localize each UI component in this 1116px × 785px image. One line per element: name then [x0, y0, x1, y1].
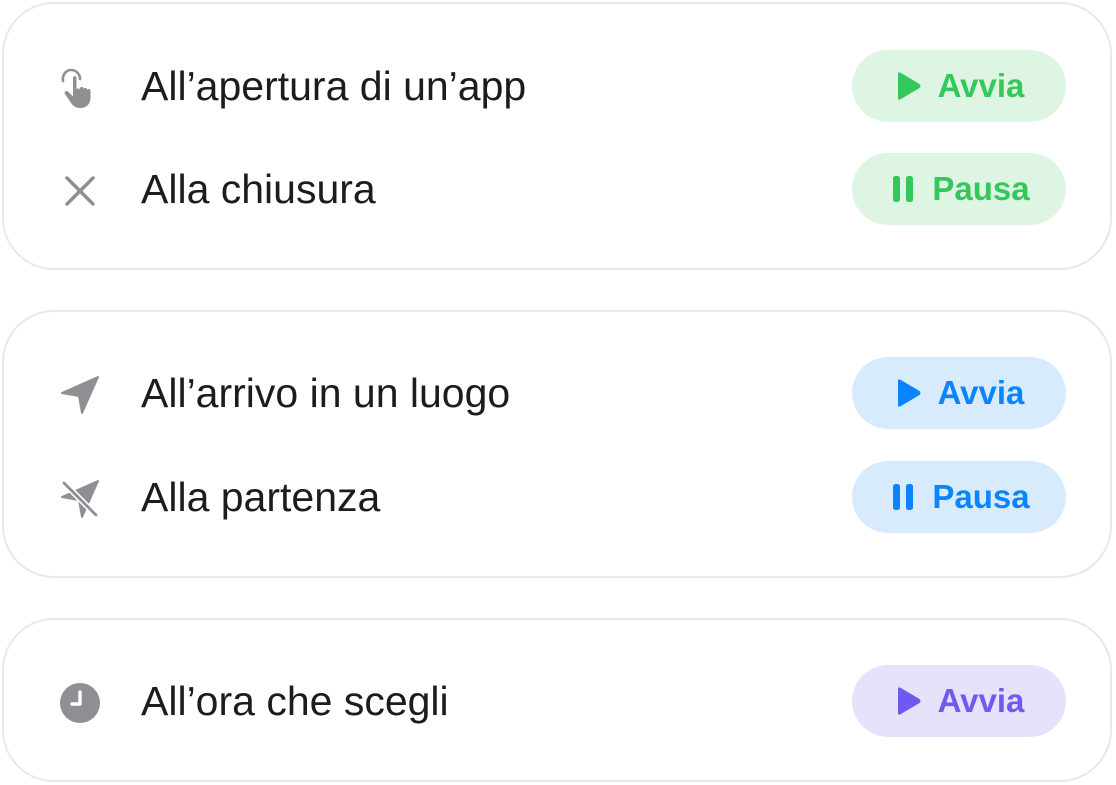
- pause-button[interactable]: Pausa: [852, 461, 1066, 533]
- pause-icon: [888, 480, 918, 514]
- trigger-label: All’apertura di un’app: [141, 63, 527, 109]
- play-icon: [894, 69, 924, 103]
- close-icon: [58, 169, 102, 213]
- start-button[interactable]: Avvia: [852, 50, 1066, 122]
- trigger-label: Alla partenza: [141, 474, 381, 520]
- trigger-label: Alla chiusura: [141, 166, 376, 212]
- trigger-row-app-open: All’apertura di un’app Avvia: [4, 50, 1110, 122]
- tap-hand-icon: [58, 66, 102, 110]
- location-slash-icon: [58, 477, 102, 521]
- start-button-label: Avvia: [937, 682, 1025, 719]
- pause-button[interactable]: Pausa: [852, 153, 1066, 225]
- clock-icon: [58, 681, 102, 725]
- trigger-row-time: All’ora che scegli Avvia: [4, 665, 1110, 737]
- start-button-label: Avvia: [937, 374, 1025, 411]
- trigger-row-depart: Alla partenza Pausa: [4, 461, 1110, 533]
- location-arrow-icon: [58, 373, 102, 417]
- pause-icon: [888, 172, 918, 206]
- start-button[interactable]: Avvia: [852, 357, 1066, 429]
- start-button[interactable]: Avvia: [852, 665, 1066, 737]
- time-trigger-card: All’ora che scegli Avvia: [2, 618, 1112, 782]
- pause-button-label: Pausa: [932, 478, 1030, 515]
- app-trigger-card: All’apertura di un’app Avvia Alla chiusu…: [2, 2, 1112, 270]
- pause-button-label: Pausa: [932, 170, 1030, 207]
- play-icon: [894, 684, 924, 718]
- trigger-label: All’arrivo in un luogo: [141, 370, 511, 416]
- trigger-row-app-close: Alla chiusura Pausa: [4, 153, 1110, 225]
- location-trigger-card: All’arrivo in un luogo Avvia Alla parten…: [2, 310, 1112, 578]
- start-button-label: Avvia: [937, 67, 1025, 104]
- play-icon: [894, 376, 924, 410]
- trigger-label: All’ora che scegli: [141, 678, 449, 724]
- trigger-row-arrive: All’arrivo in un luogo Avvia: [4, 357, 1110, 429]
